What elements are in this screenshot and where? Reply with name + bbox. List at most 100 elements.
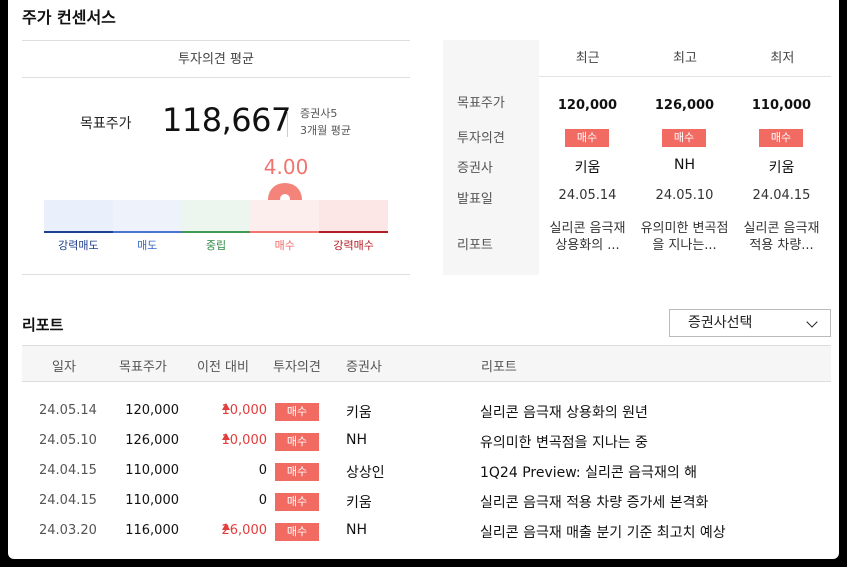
row-label-opinion: 투자의견 [457, 131, 505, 146]
row-broker: 상상인 [346, 465, 385, 481]
stat-report-link[interactable]: 실리콘 음극재 적용 차량... [737, 220, 826, 254]
stat-date: 24.05.10 [655, 188, 714, 203]
table-row[interactable]: 24.03.20 116,000 26,000 매수 NH 실리콘 음극재 매출 분기 기… [22, 516, 831, 546]
row-label-broker: 증권사 [457, 161, 493, 176]
stat-date: 24.05.14 [558, 188, 617, 203]
th-change: 이전 대비 [197, 360, 249, 375]
stat-broker: NH [674, 157, 695, 173]
row-broker: NH [346, 522, 367, 538]
stat-col-recent: 120,000 매수 키움 24.05.14 실리콘 음극재 상용화의 ... [539, 40, 636, 275]
stats-body: 120,000 매수 키움 24.05.14 실리콘 음극재 상용화의 ... … [539, 77, 831, 275]
row-target: 120,000 [125, 403, 179, 418]
row-label-date: 발표일 [457, 192, 493, 207]
opinion-badge: 매수 [275, 523, 319, 541]
stat-col-high: 126,000 매수 NH 24.05.10 유의미한 변곡점을 지나는... [636, 40, 733, 275]
th-date: 일자 [52, 360, 76, 375]
opinion-badge: 매수 [662, 129, 706, 147]
opinion-scale [44, 200, 388, 231]
chevron-down-icon [806, 316, 818, 328]
triangle-up-icon [221, 523, 230, 530]
divider [287, 111, 288, 137]
row-target: 110,000 [125, 463, 179, 478]
broker-select-dropdown[interactable]: 증권사선택 [669, 309, 831, 337]
scale-line-strong-sell [44, 231, 113, 233]
row-report-link[interactable]: 유의미한 변곡점을 지나는 중 [480, 432, 648, 452]
scale-segment-strong-sell [44, 200, 113, 231]
stat-price: 126,000 [654, 98, 715, 113]
consensus-panel: 주가 컨센서스 투자의견 평균 목표주가 118,667 증권사5 3개월 평균… [8, 0, 839, 559]
scale-label-buy: 매수 [274, 239, 295, 252]
th-report: 리포트 [481, 360, 517, 375]
opinion-scale-labels: 강력매도 매도 중립 매수 강력매수 [44, 237, 388, 253]
scale-segment-sell [112, 200, 182, 231]
stat-price: 110,000 [751, 98, 812, 113]
triangle-up-icon [221, 433, 230, 440]
row-report-link[interactable]: 실리콘 음극재 적용 차량 증가세 본격화 [480, 492, 708, 512]
scale-label-sell: 매도 [137, 239, 158, 252]
th-broker: 증권사 [346, 360, 382, 375]
stat-report-link[interactable]: 실리콘 음극재 상용화의 ... [543, 220, 632, 254]
row-date: 24.03.20 [39, 523, 97, 538]
opinion-badge: 매수 [759, 129, 803, 147]
section-title: 주가 컨센서스 [22, 8, 116, 27]
scale-segment-strong-buy [319, 200, 388, 231]
row-date: 24.04.15 [39, 463, 97, 478]
opinion-badge: 매수 [565, 129, 609, 147]
triangle-up-icon [221, 403, 230, 410]
average-opinion-header: 투자의견 평균 [22, 41, 410, 78]
opinion-badge: 매수 [275, 403, 319, 421]
row-target: 116,000 [125, 523, 179, 538]
row-report-link[interactable]: 1Q24 Preview: 실리콘 음극재의 해 [480, 462, 697, 482]
row-report-link[interactable]: 실리콘 음극재 상용화의 원년 [480, 402, 648, 422]
row-change: 0 [190, 463, 267, 478]
scale-line-neutral [181, 231, 251, 233]
broker-select-label: 증권사선택 [688, 315, 753, 331]
opinion-badge: 매수 [275, 433, 319, 451]
row-target: 110,000 [125, 493, 179, 508]
row-label-report: 리포트 [457, 238, 493, 253]
opinion-scale-line [44, 231, 388, 233]
stat-price: 120,000 [557, 98, 618, 113]
row-label-target: 목표주가 [457, 96, 505, 111]
opinion-score: 4.00 [263, 155, 309, 179]
row-change: 10,000 [190, 433, 267, 448]
row-date: 24.05.14 [39, 403, 97, 418]
table-row[interactable]: 24.05.10 126,000 10,000 매수 NH 유의미한 변곡점을 지나는 중 [22, 426, 831, 456]
scale-line-sell [112, 231, 182, 233]
table-row[interactable]: 24.04.15 110,000 0 매수 상상인 1Q24 Preview: 실리콘 음… [22, 456, 831, 486]
scale-segment-neutral [181, 200, 251, 231]
th-target: 목표주가 [119, 360, 167, 375]
stats-box: 최근 최고 최저 목표주가 투자의견 증권사 발표일 리포트 120,000 매… [443, 40, 831, 275]
scale-label-strong-sell: 강력매도 [58, 239, 99, 252]
stat-date: 24.04.15 [752, 188, 811, 203]
scale-line-strong-buy [319, 231, 388, 233]
row-broker: 키움 [346, 405, 372, 421]
stat-report-link[interactable]: 유의미한 변곡점을 지나는... [640, 220, 729, 254]
target-meta: 증권사5 3개월 평균 [300, 105, 351, 139]
row-date: 24.05.10 [39, 433, 97, 448]
target-price-label: 목표주가 [80, 116, 132, 132]
report-section-title: 리포트 [22, 316, 64, 334]
scale-segment-buy [250, 200, 320, 231]
row-date: 24.04.15 [39, 493, 97, 508]
table-row[interactable]: 24.05.14 120,000 10,000 매수 키움 실리콘 음극재 상용화의 원년 [22, 396, 831, 426]
row-broker: NH [346, 432, 367, 448]
average-period: 3개월 평균 [300, 124, 351, 137]
table-row[interactable]: 24.04.15 110,000 0 매수 키움 실리콘 음극재 적용 차량 증가세 본격… [22, 486, 831, 516]
opinion-badge: 매수 [275, 493, 319, 511]
row-change: 26,000 [190, 523, 267, 538]
row-change: 0 [190, 493, 267, 508]
broker-count: 증권사5 [300, 107, 338, 120]
report-table-header: 일자 목표주가 이전 대비 투자의견 증권사 리포트 [22, 345, 831, 382]
row-target: 126,000 [125, 433, 179, 448]
row-change-value: 0 [258, 493, 267, 508]
row-change-value: 0 [258, 463, 267, 478]
stat-broker: 키움 [574, 160, 601, 176]
row-change: 10,000 [190, 403, 267, 418]
th-opinion: 투자의견 [273, 360, 321, 375]
scale-label-strong-buy: 강력매수 [333, 239, 374, 252]
target-price-value: 118,667 [162, 101, 291, 139]
row-report-link[interactable]: 실리콘 음극재 매출 분기 기준 최고치 예상 [480, 522, 726, 542]
opinion-badge: 매수 [275, 463, 319, 481]
stat-broker: 키움 [768, 160, 795, 176]
